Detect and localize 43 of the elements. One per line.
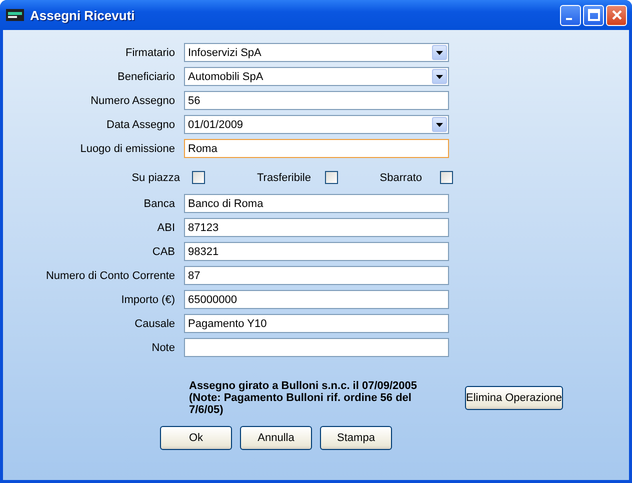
checkbox[interactable] bbox=[440, 171, 453, 184]
input-field[interactable]: 98321 bbox=[184, 242, 449, 261]
minimize-button[interactable] bbox=[560, 4, 581, 26]
input-field[interactable]: Roma bbox=[184, 139, 449, 158]
dialog-button[interactable]: Ok bbox=[160, 426, 232, 450]
input-field[interactable]: 56 bbox=[184, 91, 449, 110]
checkbox-label: Trasferibile bbox=[257, 172, 311, 184]
dropdown-field[interactable]: Infoservizi SpA bbox=[184, 43, 449, 62]
close-icon bbox=[610, 9, 622, 21]
field-label: Causale bbox=[134, 318, 176, 330]
checkbox[interactable] bbox=[325, 171, 338, 184]
field-label: Beneficiario bbox=[116, 70, 176, 82]
dropdown-field[interactable]: 01/01/2009 bbox=[184, 115, 449, 134]
transfer-note: Assegno girato a Bulloni s.n.c. il 07/09/2005 (Note: Pagamento Bulloni rif. ordine 56 del 7/6/05) bbox=[189, 380, 418, 416]
input-field[interactable]: Banco di Roma bbox=[184, 194, 449, 213]
field-label: Banca bbox=[142, 198, 176, 210]
field-label: ABI bbox=[156, 222, 176, 234]
delete-operation-button[interactable]: Elimina Operazione bbox=[465, 386, 563, 410]
app-icon bbox=[6, 9, 24, 21]
checkbox[interactable] bbox=[192, 171, 205, 184]
input-field[interactable]: Pagamento Y10 bbox=[184, 314, 449, 333]
input-field[interactable]: 87123 bbox=[184, 218, 449, 237]
input-field[interactable]: 65000000 bbox=[184, 290, 449, 309]
close-button[interactable] bbox=[606, 4, 627, 26]
field-label: Note bbox=[150, 342, 176, 354]
minimize-icon bbox=[566, 18, 572, 20]
maximize-icon bbox=[588, 9, 600, 21]
field-label: Numero di Conto Corrente bbox=[44, 270, 176, 282]
field-label: Numero Assegno bbox=[90, 94, 176, 106]
input-field[interactable] bbox=[184, 338, 449, 357]
input-field[interactable]: 87 bbox=[184, 266, 449, 285]
dialog-button[interactable]: Stampa bbox=[320, 426, 392, 450]
field-label: Luogo di emissione bbox=[79, 142, 176, 154]
field-label: Importo (€) bbox=[120, 294, 176, 306]
field-label: Firmatario bbox=[124, 46, 176, 58]
field-label: CAB bbox=[151, 246, 176, 258]
field-label: Data Assegno bbox=[106, 118, 176, 130]
dropdown-field[interactable]: Automobili SpA bbox=[184, 67, 449, 86]
dialog-button[interactable]: Annulla bbox=[240, 426, 312, 450]
checkbox-label: Sbarrato bbox=[380, 172, 422, 184]
checkbox-label: Su piazza bbox=[132, 172, 180, 184]
maximize-button[interactable] bbox=[583, 4, 604, 26]
window-title: Assegni Ricevuti bbox=[30, 8, 136, 22]
